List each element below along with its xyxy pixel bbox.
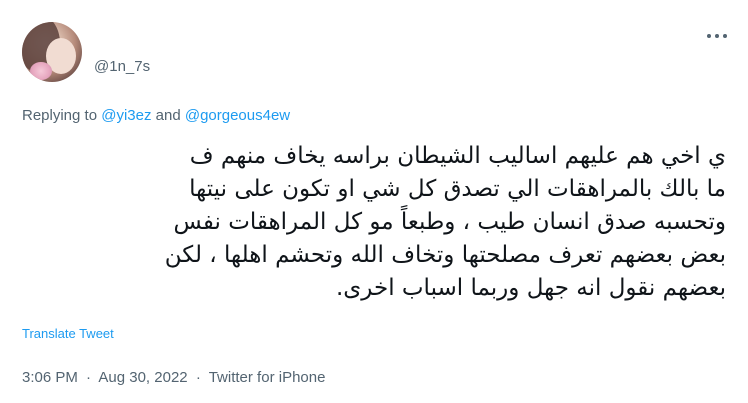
meta-separator: ·	[195, 369, 201, 386]
tweet-card: @1n_7s Replying to @yi3ez and @gorgeous4…	[0, 0, 748, 403]
avatar[interactable]	[22, 22, 82, 82]
more-dot	[707, 34, 711, 38]
meta-separator: ·	[86, 369, 92, 386]
tweet-text: ي اخي هم عليهم اساليب الشيطان براسه يخاف…	[22, 140, 726, 305]
tweet-source[interactable]: Twitter for iPhone	[209, 369, 326, 386]
tweet-text-line: ي اخي هم عليهم اساليب الشيطان براسه يخاف…	[189, 143, 726, 169]
reply-mention-2[interactable]: @gorgeous4ew	[185, 107, 290, 124]
tweet-text-line: بعض بعضهم تعرف مصلحتها وتخاف الله وتحشم …	[164, 242, 726, 268]
avatar-flower	[30, 62, 52, 80]
tweet-text-line: وتحسبه صدق انسان طيب ، وطبعاً مو كل المر…	[173, 209, 726, 235]
author-handle[interactable]: @1n_7s	[94, 58, 150, 75]
tweet-time[interactable]: 3:06 PM	[22, 369, 78, 386]
replying-to-conjunction: and	[155, 107, 181, 124]
tweet-text-line: ما بالك بالمراهقات الي تصدق كل شي او تكو…	[189, 176, 726, 202]
more-dot	[723, 34, 727, 38]
reply-mention-1[interactable]: @yi3ez	[101, 107, 151, 124]
replying-to: Replying to @yi3ez and @gorgeous4ew	[22, 107, 290, 124]
tweet-meta: 3:06 PM · Aug 30, 2022 · Twitter for iPh…	[22, 369, 325, 386]
more-dot	[715, 34, 719, 38]
replying-to-prefix: Replying to	[22, 107, 98, 124]
translate-tweet-link[interactable]: Translate Tweet	[22, 326, 114, 341]
tweet-date[interactable]: Aug 30, 2022	[98, 369, 187, 386]
more-options-icon[interactable]	[707, 32, 727, 40]
tweet-text-line: بعضهم نقول انه جهل وربما اسباب اخرى.	[335, 275, 726, 301]
